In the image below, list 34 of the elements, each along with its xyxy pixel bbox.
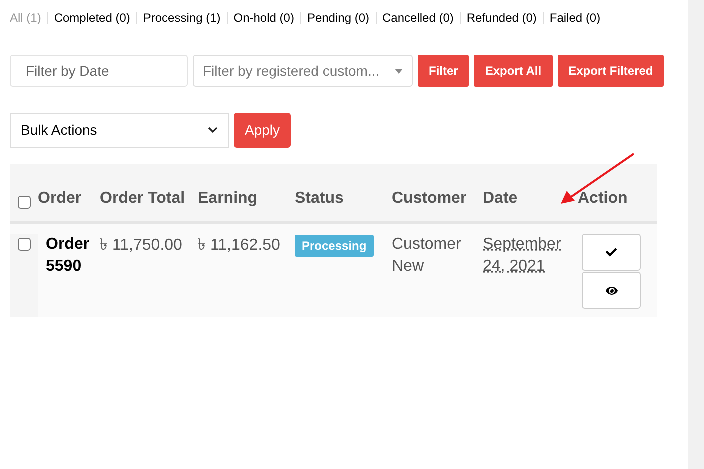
checkbox[interactable] <box>18 238 30 251</box>
column-header: Action <box>578 190 628 207</box>
column-header: Status <box>295 190 344 207</box>
filter-button[interactable]: Export All <box>474 55 553 87</box>
order-link[interactable]: Order 5590 <box>46 234 100 278</box>
checkbox[interactable] <box>18 196 30 209</box>
column-header: Customer <box>392 190 467 207</box>
column-header: Earning <box>198 190 258 207</box>
table-cell: ৳ 11,750.00 <box>100 237 182 254</box>
customer-filter-dropdown[interactable]: Filter by registered custom... <box>193 55 413 87</box>
apply-button[interactable]: Apply <box>234 113 292 148</box>
column-header: Date <box>483 190 518 207</box>
view-button[interactable] <box>582 272 641 309</box>
status-tab[interactable]: Completed (0) <box>54 9 130 27</box>
date-filter-field[interactable]: Filter by Date <box>10 55 188 87</box>
eye-icon <box>606 284 618 296</box>
chevron-down-icon <box>208 127 218 134</box>
status-tab[interactable]: Cancelled (0) <box>382 9 454 27</box>
filter-button[interactable]: Filter <box>418 55 470 87</box>
check-icon <box>606 247 617 258</box>
status-tab[interactable]: Failed (0) <box>550 9 601 27</box>
date-text: September 24, 2021 <box>483 235 562 277</box>
column-header: Order <box>38 190 82 207</box>
status-badge: Processing <box>295 235 374 257</box>
status-tab[interactable]: Pending (0) <box>307 9 370 27</box>
bulk-actions-select[interactable]: Bulk Actions <box>10 113 229 148</box>
column-header: Order Total <box>100 190 186 207</box>
status-tab[interactable]: Refunded (0) <box>466 9 537 27</box>
table-cell-text: Customer New <box>392 235 462 277</box>
status-tab[interactable]: Processing (1) <box>143 9 221 27</box>
status-tab[interactable]: On-hold (0) <box>234 9 294 27</box>
filter-button[interactable]: Export Filtered <box>558 55 664 87</box>
table-cell: ৳ 11,162.50 <box>198 237 280 254</box>
caret-icon <box>395 68 403 74</box>
